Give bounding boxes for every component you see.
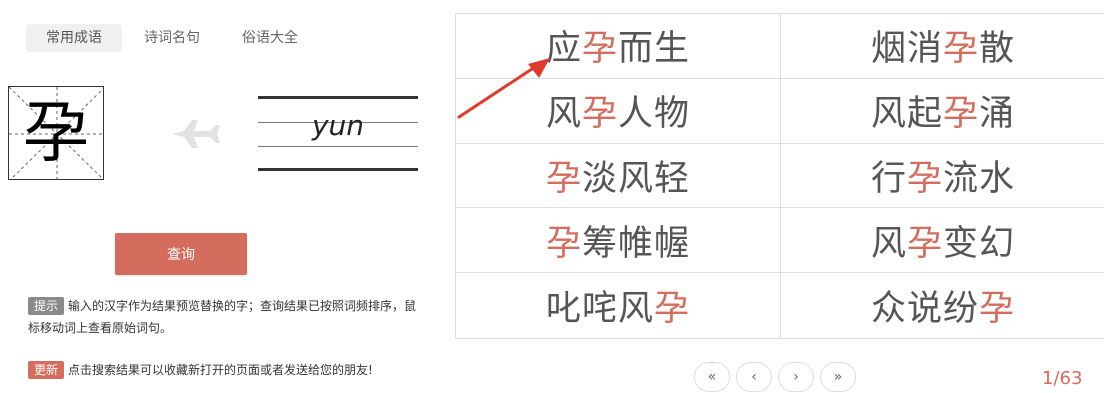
- pagination: « ‹ › »: [694, 362, 862, 392]
- airplane-icon: [172, 120, 220, 148]
- pinyin-line-bottom: [258, 168, 418, 171]
- page-indicator: 1/63: [1042, 368, 1083, 389]
- prev-page-button[interactable]: ‹: [736, 362, 772, 392]
- pinyin-display[interactable]: yun: [258, 96, 418, 172]
- result-item[interactable]: 孕淡风轻: [456, 143, 781, 209]
- next-page-button[interactable]: ›: [778, 362, 814, 392]
- input-character: 孕: [23, 94, 89, 171]
- pinyin-line-top: [258, 96, 418, 99]
- red-arrow-pointer-icon: [457, 58, 550, 119]
- tip-hint: 提示 输入的汉字作为结果预览替换的字；查询结果已按照词频排序，鼠标移动词上查看原始…: [28, 295, 424, 339]
- hint-badge: 提示: [28, 297, 65, 315]
- pinyin-line-mid-lower: [258, 146, 418, 147]
- tab-bar: 常用成语 诗词名句 俗语大全: [26, 24, 320, 52]
- result-item[interactable]: 叱咤风孕: [456, 273, 781, 338]
- pinyin-text: yun: [311, 109, 365, 142]
- result-item[interactable]: 孕筹帷幄: [456, 208, 781, 274]
- result-item[interactable]: 众说纷孕: [781, 273, 1104, 338]
- result-item[interactable]: 风孕变幻: [781, 208, 1104, 274]
- update-text: 点击搜索结果可以收藏新打开的页面或者发送给您的朋友!: [68, 363, 373, 377]
- update-badge: 更新: [28, 361, 65, 379]
- first-page-button[interactable]: «: [694, 362, 730, 392]
- character-grid-box[interactable]: 孕: [8, 86, 104, 180]
- last-page-button[interactable]: »: [820, 362, 856, 392]
- tab-poetry-quotes[interactable]: 诗词名句: [124, 24, 220, 52]
- result-item[interactable]: 烟消孕散: [781, 14, 1104, 79]
- result-item[interactable]: 行孕流水: [781, 144, 1104, 209]
- result-item[interactable]: 风起孕涌: [781, 79, 1104, 144]
- tab-proverbs[interactable]: 俗语大全: [222, 24, 318, 52]
- tab-common-idioms[interactable]: 常用成语: [26, 24, 122, 52]
- hint-text: 输入的汉字作为结果预览替换的字；查询结果已按照词频排序，鼠标移动词上查看原始词句…: [28, 299, 417, 335]
- query-button[interactable]: 查询: [115, 233, 247, 275]
- tip-update: 更新 点击搜索结果可以收藏新打开的页面或者发送给您的朋友!: [28, 359, 424, 381]
